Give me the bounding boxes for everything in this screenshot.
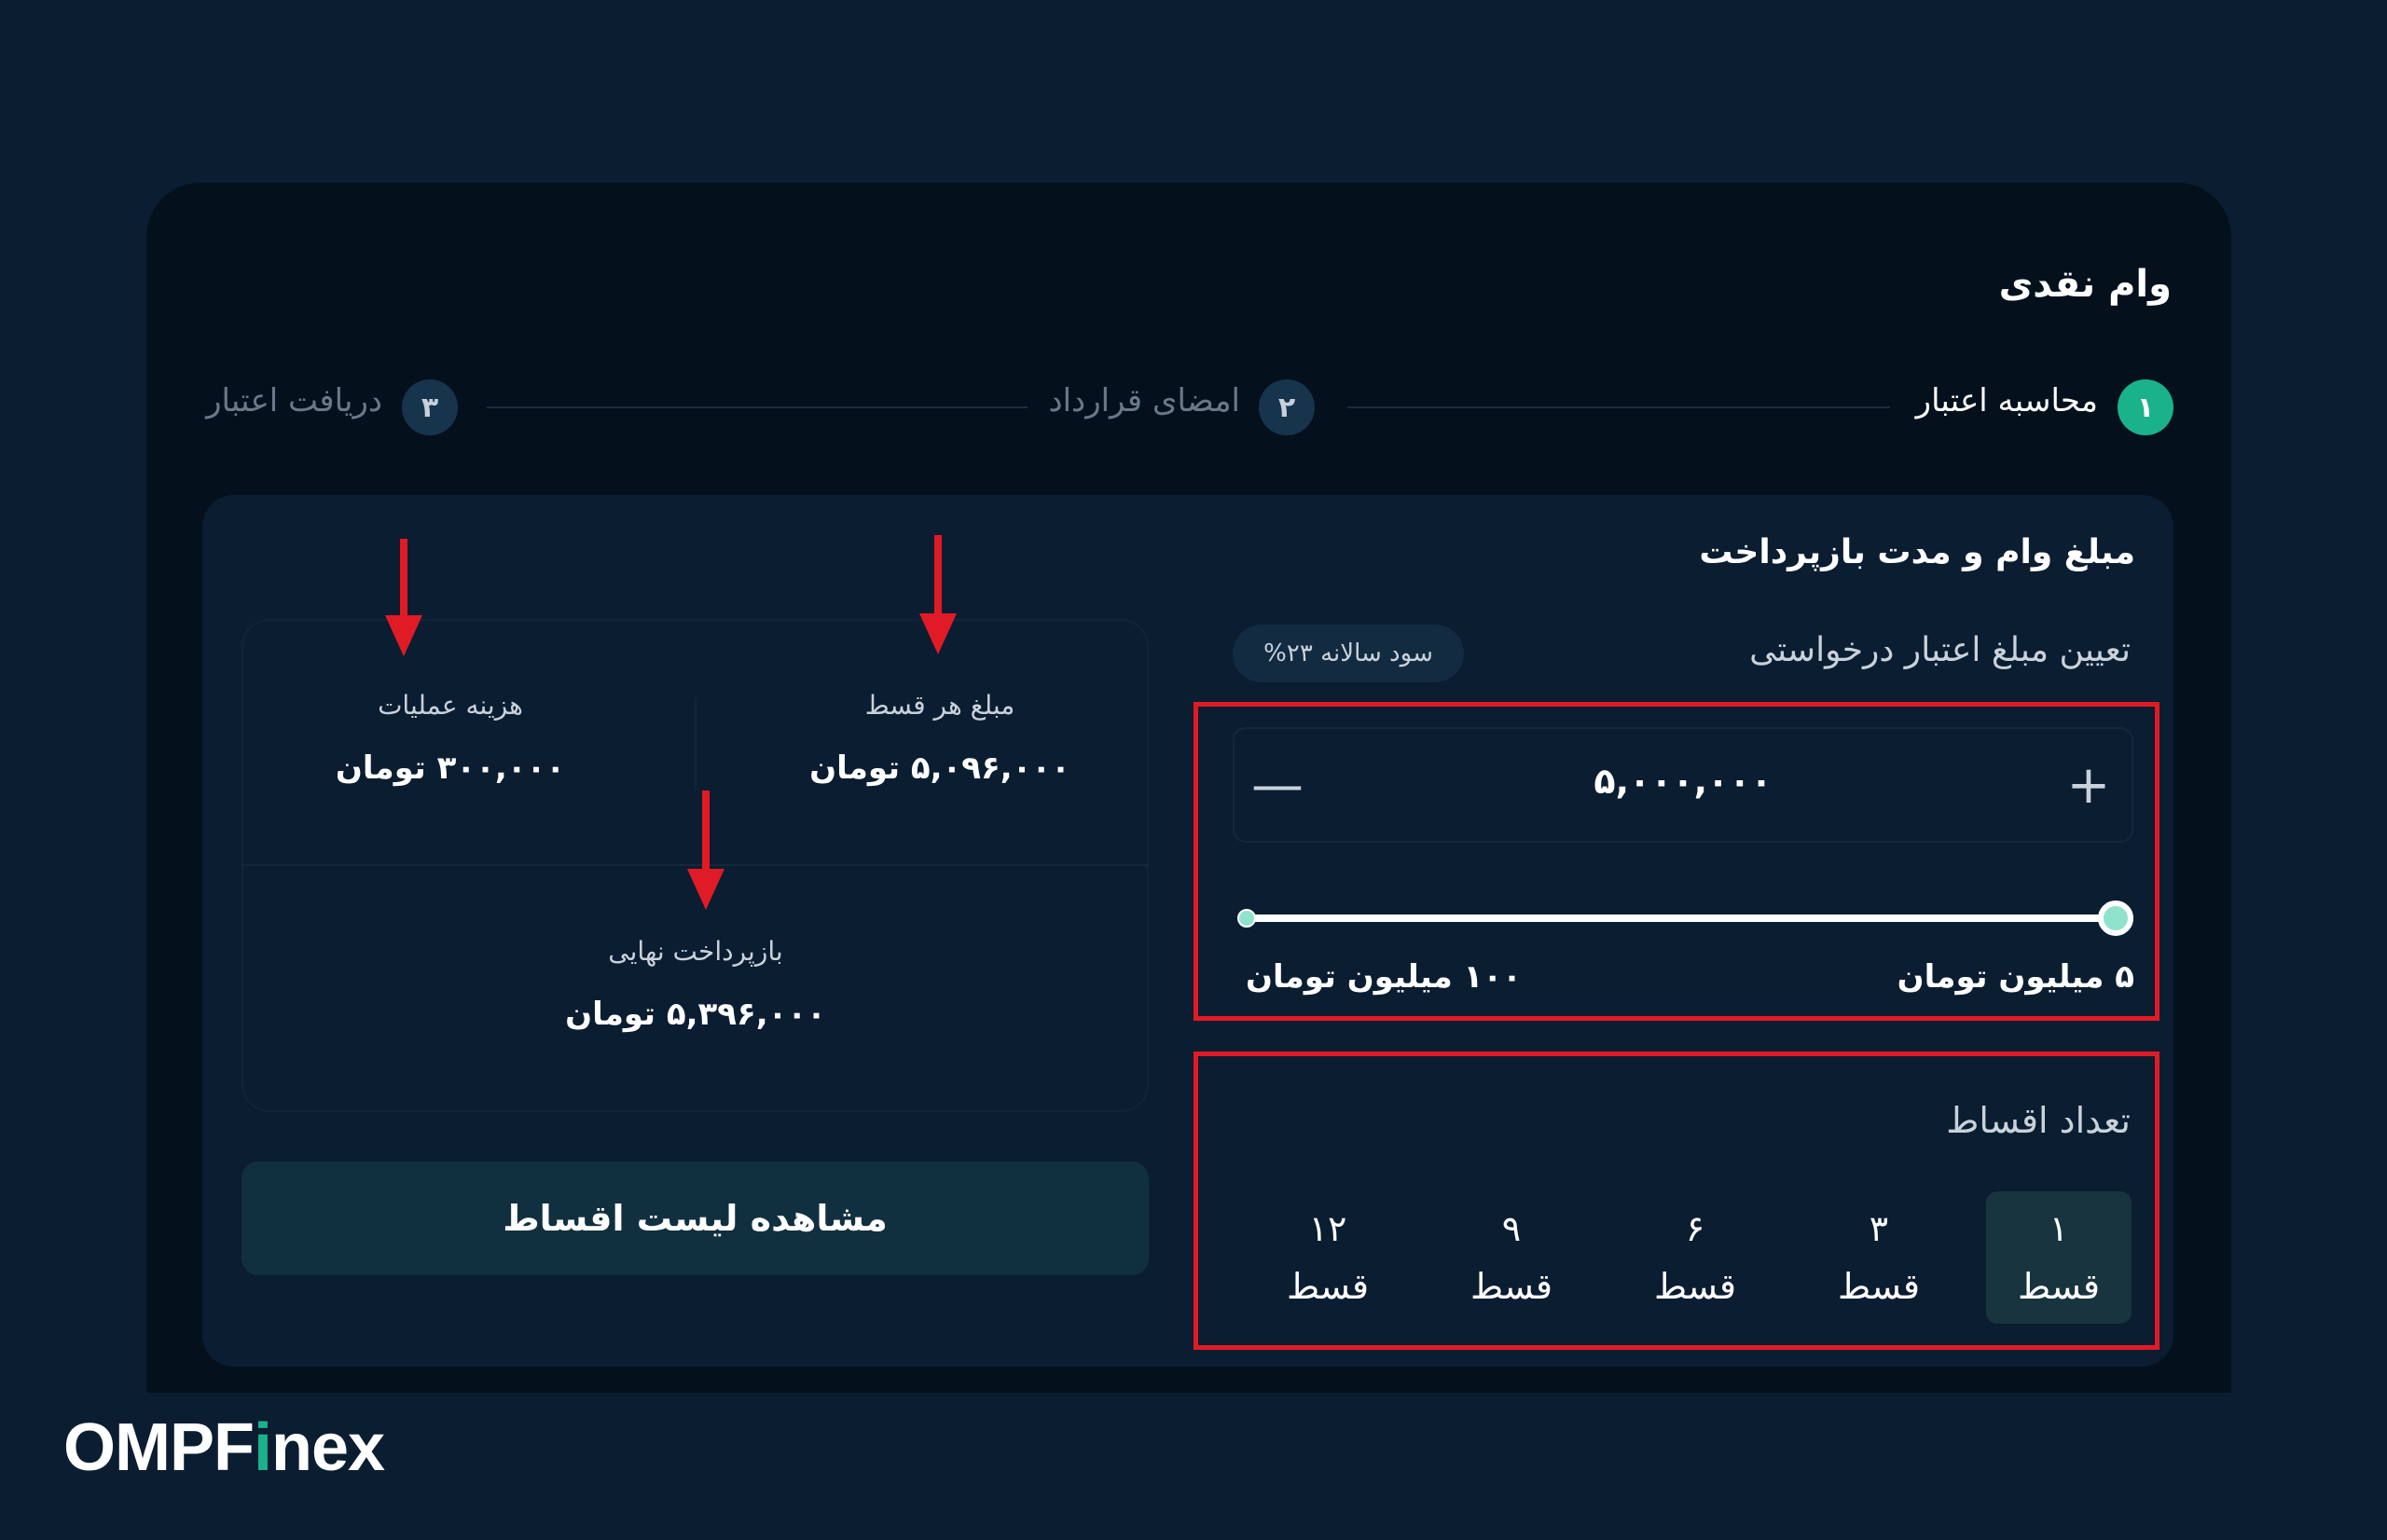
final-repayment-label: بازپرداخت نهایی <box>608 936 783 967</box>
annual-rate-badge: سود سالانه ۲۳% <box>1233 625 1464 682</box>
operation-fee-label: هزینه عملیات <box>378 690 523 721</box>
step-3-number: ۳ <box>402 379 458 435</box>
step-2-label: امضای قرارداد <box>1048 382 1240 419</box>
section-title: مبلغ وام و مدت بازپرداخت <box>1699 533 2135 571</box>
view-installments-button[interactable]: مشاهده لیست اقساط <box>241 1162 1149 1275</box>
installment-amount-label: مبلغ هر قسط <box>864 690 1015 721</box>
arrow-down-icon <box>385 539 422 656</box>
operation-fee-value: ۳۰۰,۰۰۰ تومان <box>335 749 566 787</box>
final-repayment-value: ۵,۳۹۶,۰۰۰ تومان <box>565 996 826 1033</box>
step-3-label: دریافت اعتبار <box>206 382 382 419</box>
step-connector <box>1347 406 1890 408</box>
summary-divider <box>695 697 697 791</box>
step-2-number: ۲ <box>1259 379 1315 435</box>
brand-name-accent: i <box>253 1410 272 1485</box>
page-title: وام نقدی <box>1998 263 2172 306</box>
brand-name-suffix: nex <box>271 1410 385 1485</box>
amount-highlight-box <box>1194 702 2159 1021</box>
step-connector <box>487 406 1028 408</box>
amount-label: تعیین مبلغ اعتبار درخواستی <box>1749 631 2131 669</box>
step-1-number: ۱ <box>2118 379 2173 435</box>
arrow-down-icon <box>919 535 957 654</box>
installment-amount-value: ۵,۰۹۶,۰۰۰ تومان <box>809 749 1070 787</box>
brand-name-prefix: OMPF <box>63 1410 255 1485</box>
step-1-label: محاسبه اعتبار <box>1915 382 2098 419</box>
arrow-down-icon <box>687 791 724 910</box>
brand-logo: OMPFinex <box>63 1409 385 1486</box>
installments-highlight-box <box>1194 1052 2159 1350</box>
